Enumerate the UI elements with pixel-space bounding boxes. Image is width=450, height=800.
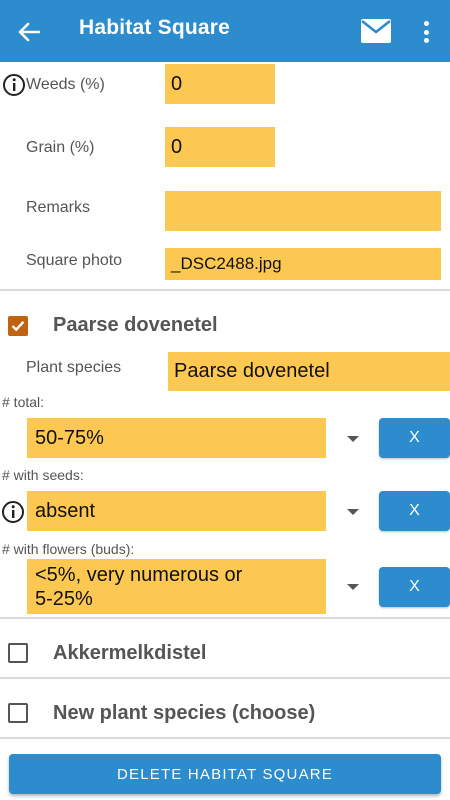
info-icon[interactable] <box>2 73 26 97</box>
page-title: Habitat Square <box>79 16 230 39</box>
grain-input[interactable]: 0 <box>165 127 275 167</box>
divider <box>0 677 450 679</box>
divider <box>0 289 450 291</box>
square-photo-label: Square photo <box>26 252 123 269</box>
clear-total-button[interactable]: X <box>379 418 450 458</box>
arrow-left-icon[interactable] <box>14 17 44 47</box>
new-species-title: New plant species (choose) <box>53 702 316 724</box>
plant-species-field[interactable]: Paarse dovenetel <box>168 352 450 391</box>
with-flowers-select[interactable]: <5%, very numerous or 5-25% <box>27 559 326 614</box>
species-title: Akkermelkdistel <box>53 642 207 664</box>
grain-label: Grain (%) <box>26 139 95 156</box>
square-photo-field[interactable]: _DSC2488.jpg <box>165 248 441 280</box>
species-checkbox[interactable] <box>8 643 28 663</box>
remarks-input[interactable] <box>165 191 441 231</box>
chevron-down-icon[interactable] <box>347 509 359 515</box>
chevron-down-icon[interactable] <box>347 436 359 442</box>
species-title: Paarse dovenetel <box>53 314 218 336</box>
clear-with-flowers-button[interactable]: X <box>379 567 450 607</box>
weeds-label: Weeds (%) <box>26 76 105 93</box>
with-seeds-label: # with seeds: <box>2 467 84 483</box>
total-label: # total: <box>2 394 45 410</box>
more-vertical-icon[interactable] <box>416 18 436 46</box>
weeds-input[interactable]: 0 <box>165 64 275 104</box>
remarks-label: Remarks <box>26 199 91 216</box>
divider <box>0 617 450 619</box>
species-checkbox[interactable] <box>8 316 28 336</box>
total-select[interactable]: 50-75% <box>27 418 326 458</box>
mail-icon[interactable] <box>360 18 392 44</box>
with-flowers-label: # with flowers (buds): <box>2 541 135 557</box>
with-flowers-value-line1: <5%, very numerous or <box>35 563 243 586</box>
chevron-down-icon[interactable] <box>347 584 359 590</box>
divider <box>0 737 450 739</box>
check-icon <box>11 320 25 332</box>
plant-species-label: Plant species <box>26 359 122 376</box>
with-flowers-value-line2: 5-25% <box>35 587 93 610</box>
app-bar: Habitat Square <box>0 0 450 62</box>
with-seeds-select[interactable]: absent <box>27 491 326 531</box>
delete-habitat-square-button[interactable]: DELETE HABITAT SQUARE <box>9 754 441 794</box>
new-species-checkbox[interactable] <box>8 703 28 723</box>
info-icon[interactable] <box>1 500 25 524</box>
clear-with-seeds-button[interactable]: X <box>379 491 450 531</box>
